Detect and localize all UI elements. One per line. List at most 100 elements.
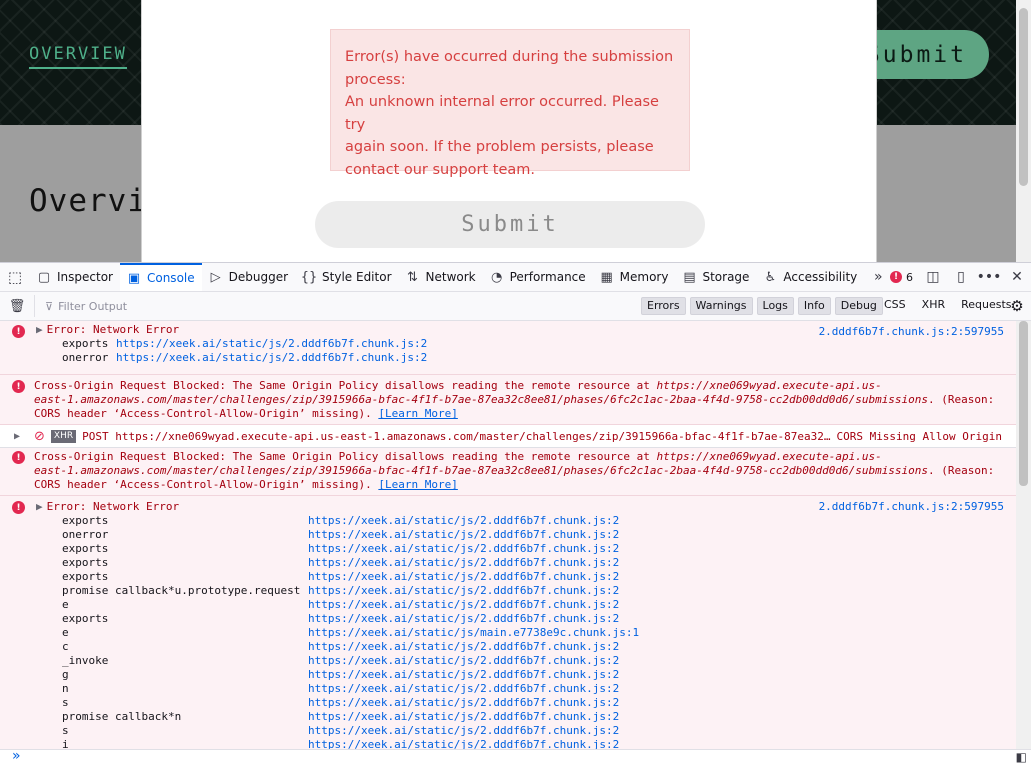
console-filter-bar: 🗑 ⊽ Filter Output Errors Warnings Logs In… <box>0 292 1031 321</box>
devtools-toolbar: ⬚ ▢ Inspector ▣ Console ▷ Debugger {} Style … <box>0 263 1031 292</box>
tab-console[interactable]: ▣ Console <box>119 263 202 291</box>
stack-frame: e https://xeek.ai/static/js/2.dddf6b7f.ch… <box>0 598 1016 612</box>
tab-memory[interactable]: ▦ Memory <box>593 263 676 291</box>
cors-url: east-1.amazonaws.com/master/challenges/z… <box>34 464 929 477</box>
tab-label: Accessibility <box>783 270 858 284</box>
stack-frame-source-link[interactable]: https://xeek.ai/static/js/2.dddf6b7f.chu… <box>308 556 619 570</box>
close-icon[interactable]: ✕ <box>1003 263 1031 291</box>
stack-frame-source-link[interactable]: https://xeek.ai/static/js/2.dddf6b7f.chu… <box>116 337 427 351</box>
web-page: OVERVIEW Submit Overvi Error(s) have occ… <box>0 0 1031 262</box>
error-icon: ! <box>12 451 25 464</box>
console-output[interactable]: ! ▶ Error: Network Error 2.dddf6b7f.chunk… <box>0 321 1016 749</box>
tab-inspector[interactable]: ▢ Inspector <box>30 263 120 291</box>
tab-storage[interactable]: ▤ Storage <box>675 263 756 291</box>
network-icon: ⇅ <box>407 269 418 285</box>
tab-label: Inspector <box>57 270 113 284</box>
filter-css-button[interactable]: CSS <box>878 297 912 313</box>
modal-submit-button[interactable]: Submit <box>315 201 705 248</box>
stack-frame: onerror https://xeek.ai/static/js/2.dddf6… <box>0 528 1016 542</box>
console-error-message[interactable]: ! ▶ Error: Network Error 2.dddf6b7f.chunk… <box>0 321 1016 375</box>
console-error-message[interactable]: ! Cross-Origin Request Blocked: The Same… <box>0 375 1016 425</box>
stack-frame-source-link[interactable]: https://xeek.ai/static/js/2.dddf6b7f.chu… <box>308 612 619 626</box>
filter-warnings-button[interactable]: Warnings <box>689 297 753 315</box>
page-scrollbar-thumb[interactable] <box>1019 8 1028 186</box>
stack-frame-source-link[interactable]: https://xeek.ai/static/js/2.dddf6b7f.chu… <box>308 724 619 738</box>
stack-frame-source-link[interactable]: https://xeek.ai/static/js/2.dddf6b7f.chu… <box>308 682 619 696</box>
stack-frame-function: c <box>62 640 69 653</box>
cors-message: Cross-Origin Request Blocked: The Same O… <box>34 379 657 392</box>
learn-more-link[interactable]: [Learn More] <box>378 478 457 491</box>
filter-logs-button[interactable]: Logs <box>756 297 794 315</box>
error-alert-line: An unknown internal error occurred. Plea… <box>345 94 659 133</box>
editor-mode-icon[interactable]: ◧ <box>1016 750 1027 764</box>
stack-frame: exports https://xeek.ai/static/js/2.dddf6… <box>0 514 1016 528</box>
cors-header-missing: CORS header ‘Access-Control-Allow-Origin… <box>34 478 379 491</box>
xhr-status: CORS Missing Allow Origin <box>836 429 1003 443</box>
cors-message: Cross-Origin Request Blocked: The Same O… <box>34 450 657 463</box>
tab-style-editor[interactable]: {} Style Editor <box>295 263 398 291</box>
element-picker-icon[interactable]: ⬚ <box>0 268 30 286</box>
split-console-icon[interactable]: ◫ <box>919 263 947 291</box>
stack-frame-source-link[interactable]: https://xeek.ai/static/js/2.dddf6b7f.chu… <box>308 542 619 556</box>
stack-frame-source-link[interactable]: https://xeek.ai/static/js/2.dddf6b7f.chu… <box>308 710 619 724</box>
storage-icon: ▤ <box>683 269 696 285</box>
filter-debug-button[interactable]: Debug <box>834 297 883 315</box>
nav-overview-link[interactable]: OVERVIEW <box>29 44 127 69</box>
source-location-link[interactable]: 2.dddf6b7f.chunk.js:2:597955 <box>819 325 1004 338</box>
trash-icon[interactable]: 🗑 <box>0 299 34 314</box>
cors-error-text: Cross-Origin Request Blocked: The Same O… <box>0 450 1016 492</box>
xhr-request-row[interactable]: ▶ ⊘ XHR POST https://xne069wyad.execute-… <box>0 425 1016 448</box>
responsive-design-icon[interactable]: ▯ <box>947 263 975 291</box>
submission-modal: Error(s) have occurred during the submis… <box>141 0 877 262</box>
tab-accessibility[interactable]: ♿ Accessibility <box>756 263 864 291</box>
tab-label: Network <box>425 270 476 284</box>
filter-errors-button[interactable]: Errors <box>641 297 686 315</box>
stack-frame-source-link[interactable]: https://xeek.ai/static/js/2.dddf6b7f.chu… <box>308 514 619 528</box>
stack-frame-source-link[interactable]: https://xeek.ai/static/js/2.dddf6b7f.chu… <box>308 654 619 668</box>
console-error-message[interactable]: ! ▶ Error: Network Error 2.dddf6b7f.chunk… <box>0 496 1016 749</box>
stack-frame-source-link[interactable]: https://xeek.ai/static/js/2.dddf6b7f.chu… <box>308 696 619 710</box>
memory-icon: ▦ <box>600 269 613 285</box>
tab-performance[interactable]: ◔ Performance <box>483 263 593 291</box>
gear-icon[interactable]: ⚙ <box>1008 297 1026 315</box>
devtools-panel: ⬚ ▢ Inspector ▣ Console ▷ Debugger {} Style … <box>0 262 1031 765</box>
stack-frame: onerror https://xeek.ai/static/js/2.dddf6… <box>0 351 1016 365</box>
more-options-icon[interactable]: ••• <box>975 263 1003 291</box>
stack-frame-source-link[interactable]: https://xeek.ai/static/js/2.dddf6b7f.chu… <box>308 570 619 584</box>
filter-info-button[interactable]: Info <box>797 297 831 315</box>
stack-trace: exports https://xeek.ai/static/js/2.dddf6… <box>0 514 1016 749</box>
stack-frame-source-link[interactable]: https://xeek.ai/static/js/2.dddf6b7f.chu… <box>308 584 619 598</box>
expand-triangle-icon[interactable]: ▶ <box>0 431 34 442</box>
learn-more-link[interactable]: [Learn More] <box>378 407 457 420</box>
stack-frame-function: onerror <box>62 528 109 541</box>
stack-frame-source-link[interactable]: https://xeek.ai/static/js/2.dddf6b7f.chu… <box>308 598 619 612</box>
tab-debugger[interactable]: ▷ Debugger <box>202 263 295 291</box>
cors-error-text: Cross-Origin Request Blocked: The Same O… <box>0 379 1016 421</box>
cors-reason: . (Reason: <box>928 393 995 406</box>
console-icon: ▣ <box>127 270 141 286</box>
filter-output-input[interactable]: ⊽ Filter Output <box>34 295 634 317</box>
stack-frame-source-link[interactable]: https://xeek.ai/static/js/main.e7738e9c.… <box>308 626 639 640</box>
cors-url: east-1.amazonaws.com/master/challenges/z… <box>34 393 929 406</box>
stack-frame-function: promise callback*u.prototype.request <box>62 584 301 597</box>
stack-frame: g https://xeek.ai/static/js/2.dddf6b7f.ch… <box>0 668 1016 682</box>
stack-frame: exports https://xeek.ai/static/js/2.dddf6… <box>0 612 1016 626</box>
filter-xhr-button[interactable]: XHR <box>916 297 951 313</box>
request-kind-filters: CSS XHR Requests <box>878 297 1018 313</box>
tab-label: Debugger <box>228 270 289 284</box>
stack-frame-function: exports <box>62 337 109 350</box>
stack-frame-source-link[interactable]: https://xeek.ai/static/js/2.dddf6b7f.chu… <box>308 640 619 654</box>
expand-triangle-icon[interactable]: ▶ <box>36 323 43 336</box>
stack-frame-source-link[interactable]: https://xeek.ai/static/js/2.dddf6b7f.chu… <box>116 351 427 365</box>
console-error-message[interactable]: ! Cross-Origin Request Blocked: The Same… <box>0 448 1016 496</box>
tab-network[interactable]: ⇅ Network <box>399 263 483 291</box>
stack-frame-source-link[interactable]: https://xeek.ai/static/js/2.dddf6b7f.chu… <box>308 528 619 542</box>
source-location-link[interactable]: 2.dddf6b7f.chunk.js:2:597955 <box>819 500 1004 513</box>
console-scrollbar-thumb[interactable] <box>1019 321 1028 486</box>
xhr-request-url[interactable]: POST https://xne069wyad.execute-api.us-e… <box>82 430 830 443</box>
error-icon: ! <box>890 271 902 283</box>
stack-frame-source-link[interactable]: https://xeek.ai/static/js/2.dddf6b7f.chu… <box>308 668 619 682</box>
error-count-badge[interactable]: ! 6 <box>884 271 919 284</box>
expand-triangle-icon[interactable]: ▶ <box>36 500 43 513</box>
stack-frame-source-link[interactable]: https://xeek.ai/static/js/2.dddf6b7f.chu… <box>308 738 619 749</box>
